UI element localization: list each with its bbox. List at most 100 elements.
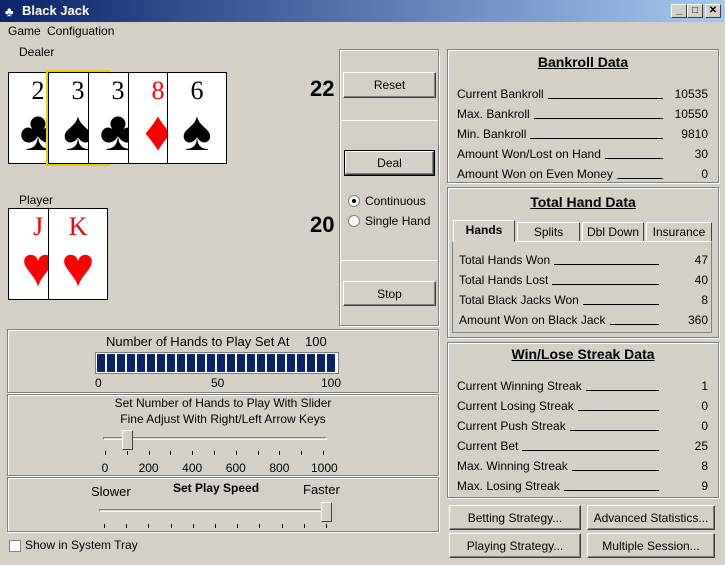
progress-segment — [127, 354, 135, 372]
progress-segment — [247, 354, 255, 372]
dealer-card-suit-icon: ♠ — [182, 99, 212, 162]
single-hand-label[interactable]: Single Hand — [365, 214, 430, 228]
advanced-statistics-button[interactable]: Advanced Statistics... — [587, 505, 715, 530]
progress-segment — [227, 354, 235, 372]
progress-segment — [287, 354, 295, 372]
progress-segment — [147, 354, 155, 372]
bankroll-row-value: 9810 — [681, 127, 708, 141]
bankroll-title: Bankroll Data — [537, 54, 629, 70]
deal-button[interactable]: Deal — [344, 150, 435, 176]
hand_data-row-label: Total Black Jacks Won — [459, 293, 579, 307]
single-hand-radio[interactable] — [348, 215, 360, 227]
maximize-button[interactable]: □ — [687, 4, 703, 18]
slider-tick — [257, 451, 259, 455]
speed-tick — [303, 524, 305, 528]
speed-tick — [148, 524, 150, 528]
tab-dbl-down[interactable]: Dbl Down — [582, 222, 644, 242]
streak-row-value: 8 — [701, 459, 708, 473]
system-tray-label[interactable]: Show in System Tray — [25, 538, 138, 552]
tab-splits[interactable]: Splits — [517, 222, 580, 242]
bankroll-row-label: Current Bankroll — [457, 87, 544, 101]
slider-scale-label: 200 — [138, 461, 159, 475]
slider-tick — [192, 451, 194, 455]
slider-scale-label: 0 — [101, 461, 109, 475]
hand_data-row-value: 40 — [694, 273, 708, 287]
stop-button[interactable]: Stop — [343, 281, 436, 306]
reset-button[interactable]: Reset — [343, 72, 436, 98]
hand_data-row-label: Amount Won on Black Jack — [459, 313, 606, 327]
progress-segment — [107, 354, 115, 372]
progress-segment — [217, 354, 225, 372]
hand_data-row-value: 8 — [701, 293, 708, 307]
slider-tick — [105, 451, 106, 455]
close-button[interactable]: ✕ — [705, 4, 721, 18]
continuous-radio[interactable] — [348, 195, 360, 207]
progress-segment — [307, 354, 315, 372]
streak-title: Win/Lose Streak Data — [511, 346, 655, 362]
bankroll-row-label: Amount Won/Lost on Hand — [457, 147, 601, 161]
progress-segment — [297, 354, 305, 372]
player-score: 20 — [310, 212, 335, 237]
tab-hands[interactable]: Hands — [453, 220, 515, 242]
speed-tick — [326, 524, 327, 528]
speed-slower-label: Slower — [91, 484, 131, 499]
speed-tick — [170, 524, 172, 528]
slider-tick — [214, 451, 215, 455]
streak-row-leader — [570, 430, 659, 431]
streak-row-label: Max. Losing Streak — [457, 479, 560, 493]
title-bar[interactable] — [0, 0, 725, 22]
streak-row-value: 9 — [701, 479, 708, 493]
continuous-label[interactable]: Continuous — [365, 194, 426, 208]
slider-scale-label: 400 — [182, 461, 203, 475]
dealer-label: Dealer — [19, 45, 55, 59]
hand_data-row-label: Total Hands Lost — [459, 273, 549, 287]
streak-row-value: 0 — [701, 399, 708, 413]
slider-instructions-1: Set Number of Hands to Play With Slider — [114, 396, 332, 410]
player-card: K ♥ — [48, 208, 108, 300]
streak-row-leader — [578, 410, 659, 411]
speed-faster-label: Faster — [303, 482, 340, 497]
player-card-suit-icon: ♥ — [61, 235, 95, 298]
hands-slider-thumb[interactable] — [121, 430, 133, 450]
progress-segment — [317, 354, 325, 372]
slider-tick — [323, 451, 324, 455]
minimize-button[interactable]: _ — [671, 4, 687, 18]
bankroll-row-leader — [534, 118, 663, 119]
progress-segment — [97, 354, 105, 372]
app-icon: ♣ — [5, 4, 14, 19]
hand_data-row-value: 47 — [694, 253, 708, 267]
progress-segment — [197, 354, 205, 372]
speed-tick — [215, 524, 216, 528]
tab-insurance[interactable]: Insurance — [646, 222, 712, 242]
divider — [340, 260, 438, 261]
streak-row-leader — [522, 450, 659, 451]
dealer-card: 6 ♠ — [167, 72, 227, 164]
multiple-session-button[interactable]: Multiple Session... — [587, 533, 715, 558]
speed-tick — [237, 524, 239, 528]
playing-strategy-button[interactable]: Playing Strategy... — [449, 533, 581, 558]
system-tray-checkbox[interactable] — [9, 540, 21, 552]
slider-tick — [126, 451, 128, 455]
streak-row-label: Current Push Streak — [457, 419, 566, 433]
speed-slider-track[interactable] — [99, 509, 331, 512]
player-label: Player — [19, 193, 54, 207]
betting-strategy-button[interactable]: Betting Strategy... — [449, 505, 581, 530]
hands-slider-track[interactable] — [103, 437, 327, 440]
slider-tick — [279, 451, 281, 455]
slider-scale-label: 1000 — [311, 461, 338, 475]
menu-configuration[interactable]: Configuation — [47, 24, 114, 38]
bankroll-row-label: Max. Bankroll — [457, 107, 530, 121]
speed-tick — [126, 524, 128, 528]
progress-segment — [117, 354, 125, 372]
menu-game[interactable]: Game — [8, 24, 41, 38]
progress-segment — [137, 354, 145, 372]
bankroll-row-value: 0 — [701, 167, 708, 181]
streak-row-label: Current Winning Streak — [457, 379, 582, 393]
slider-tick — [235, 451, 237, 455]
bankroll-row-label: Min. Bankroll — [457, 127, 527, 141]
bankroll-row-leader — [530, 138, 663, 139]
slider-scale-label: 600 — [225, 461, 246, 475]
streak-row-label: Current Losing Streak — [457, 399, 574, 413]
hands-count-label: Number of Hands to Play Set At — [106, 334, 290, 349]
speed-slider-thumb[interactable] — [321, 502, 332, 522]
